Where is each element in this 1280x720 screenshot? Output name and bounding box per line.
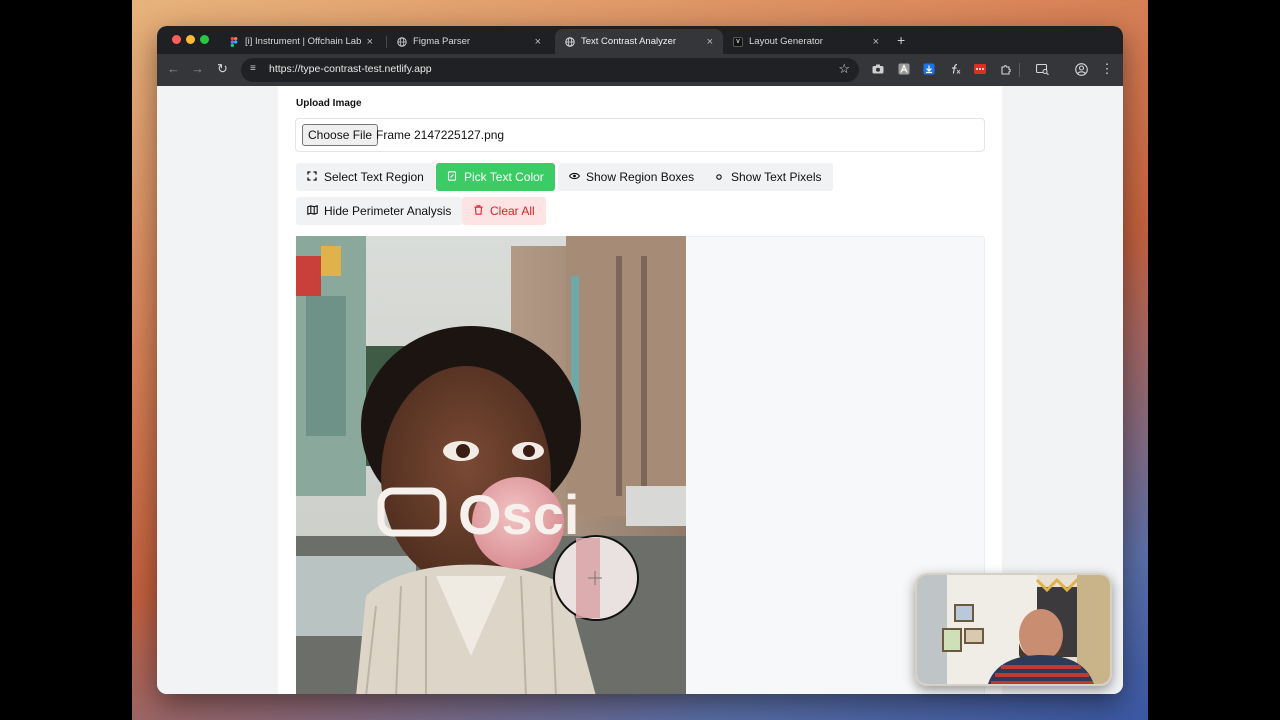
tab-instrument[interactable]: [i] Instrument | Offchain Labs × (219, 29, 383, 54)
extensions-puzzle-icon[interactable] (998, 61, 1014, 77)
tab-close-button[interactable]: × (367, 36, 373, 48)
tab-title: Layout Generator (749, 36, 823, 47)
select-region-icon (307, 170, 317, 184)
dot-icon (714, 172, 724, 183)
hide-perimeter-analysis-button[interactable]: Hide Perimeter Analysis (296, 197, 463, 225)
upload-image-label: Upload Image (296, 98, 362, 109)
more-menu-icon[interactable]: ⋮ (1099, 61, 1115, 77)
function-extension-icon[interactable] (947, 61, 963, 77)
profile-icon[interactable] (1073, 61, 1089, 77)
pick-text-color-button[interactable]: Pick Text Color (436, 163, 555, 191)
bookmark-star-icon[interactable]: ☆ (838, 61, 850, 77)
camera-extension-icon[interactable] (870, 61, 886, 77)
media-search-icon[interactable] (1034, 61, 1050, 77)
tab-layout-generator[interactable]: v Layout Generator × (723, 29, 889, 54)
minimize-window-button[interactable] (186, 35, 195, 44)
image-overlay-text: Osci (458, 483, 579, 546)
tab-text-contrast-analyzer[interactable]: Text Contrast Analyzer × (555, 29, 723, 54)
choose-file-button[interactable]: Choose File (302, 124, 379, 146)
tab-title: Text Contrast Analyzer (581, 36, 677, 47)
address-bar[interactable]: ≡ https://type-contrast-test.netlify.app… (241, 58, 859, 82)
tab-figma-parser[interactable]: Figma Parser × (387, 29, 551, 54)
globe-icon (565, 36, 575, 47)
clear-all-button[interactable]: Clear All (462, 197, 546, 225)
dots-extension-icon[interactable] (972, 61, 988, 77)
webcam-overlay (915, 573, 1112, 686)
tab-close-button[interactable]: × (707, 36, 713, 48)
download-extension-icon[interactable] (921, 61, 937, 77)
tab-title: [i] Instrument | Offchain Labs (245, 36, 361, 47)
url-text[interactable]: https://type-contrast-test.netlify.app (269, 63, 432, 75)
screen: [i] Instrument | Offchain Labs × Figma P… (0, 0, 1280, 720)
file-input-row: Choose File Frame 2147225127.png (295, 118, 985, 152)
v0-icon: v (733, 36, 743, 47)
globe-icon (397, 36, 407, 47)
button-label: Clear All (490, 204, 535, 218)
button-label: Show Region Boxes (586, 170, 695, 184)
font-extension-icon[interactable] (896, 61, 912, 77)
browser-toolbar: ← → ↻ ≡ https://type-contrast-test.netli… (157, 54, 1123, 86)
map-icon (307, 204, 318, 218)
reload-icon[interactable]: ↻ (217, 61, 228, 77)
color-picker-icon (447, 170, 457, 184)
forward-icon[interactable]: → (191, 61, 204, 76)
zoom-window-button[interactable] (200, 35, 209, 44)
eye-icon (568, 172, 581, 183)
tab-close-button[interactable]: × (535, 36, 541, 48)
new-tab-button[interactable]: + (897, 32, 905, 48)
selected-file-name: Frame 2147225127.png (376, 128, 505, 142)
figma-icon (229, 36, 239, 47)
toolbar-divider (1019, 63, 1020, 77)
trash-icon (473, 204, 483, 218)
button-label: Select Text Region (324, 170, 424, 184)
show-text-pixels-button[interactable]: Show Text Pixels (703, 163, 833, 191)
back-icon[interactable]: ← (167, 61, 180, 76)
tab-strip: [i] Instrument | Offchain Labs × Figma P… (157, 26, 1123, 54)
tab-title: Figma Parser (413, 36, 471, 47)
close-window-button[interactable] (172, 35, 181, 44)
site-settings-icon[interactable]: ≡ (250, 63, 256, 74)
tab-close-button[interactable]: × (873, 36, 879, 48)
button-label: Show Text Pixels (731, 170, 822, 184)
show-region-boxes-button[interactable]: Show Region Boxes (558, 163, 706, 191)
select-text-region-button[interactable]: Select Text Region (296, 163, 435, 191)
uploaded-image[interactable]: Osci (296, 236, 686, 694)
button-label: Hide Perimeter Analysis (324, 204, 452, 218)
button-label: Pick Text Color (464, 170, 544, 184)
